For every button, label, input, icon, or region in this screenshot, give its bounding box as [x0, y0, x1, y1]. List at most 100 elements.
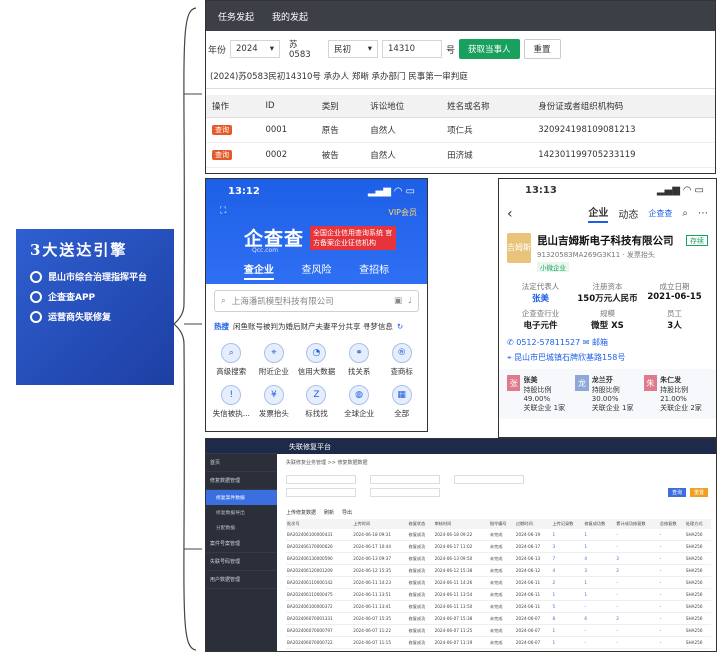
sidebar-item-number[interactable]: 失联号码管理 — [206, 553, 277, 571]
shareholder[interactable]: 朱朱仁发 持股比例 21.00% 关联企业 2家 — [643, 375, 708, 413]
table-cell: - — [658, 636, 685, 649]
status-select[interactable] — [286, 488, 356, 497]
table-cell: 修复成功 — [407, 624, 434, 637]
table-cell[interactable]: BA202406130000590 — [286, 552, 353, 565]
table-row: BA202406130000590 2024-06-13 09:37 修复成功 202… — [286, 552, 711, 565]
table-cell[interactable]: BA202406070001331 — [286, 612, 353, 625]
table-cell[interactable]: BA202406070000722 — [286, 636, 353, 649]
query-button[interactable]: 查询 — [212, 150, 232, 160]
feature-item[interactable]: ◔ 信用大数据 — [295, 343, 338, 377]
location-icon: ⌖ — [507, 353, 512, 362]
table-cell[interactable]: BA202406070000497 — [286, 648, 353, 651]
table-cell: - — [658, 600, 685, 613]
court-code-value: 苏0583 — [289, 40, 311, 60]
table-cell: 1 — [583, 540, 616, 553]
table-cell[interactable]: BA202406110000475 — [286, 588, 353, 601]
table-cell[interactable]: BA202406100000431 — [286, 529, 353, 541]
cell-type: 原告 — [315, 117, 365, 143]
avatar: 龙 — [575, 375, 589, 391]
image-icon[interactable]: ▣ — [394, 296, 402, 306]
tab-updates[interactable]: 动态 — [618, 206, 638, 221]
upload-button[interactable]: 上传修复数据 — [286, 509, 316, 516]
refresh-icon[interactable]: ↻ — [397, 322, 403, 331]
export-button[interactable]: 导出 — [342, 509, 352, 516]
table-cell[interactable]: BA202406120001209 — [286, 564, 353, 577]
tab-risk[interactable]: 查风险 — [301, 261, 331, 280]
cell-name: 田济城 — [441, 142, 533, 168]
assign-select[interactable] — [370, 488, 440, 497]
feature-item[interactable]: ⌕ 高级搜索 — [210, 343, 253, 377]
cell-id: 0002 — [259, 142, 316, 168]
refresh-button[interactable]: 刷新 — [324, 509, 334, 516]
sidebar-item-home[interactable]: 首页 — [206, 454, 277, 472]
expire-time-input[interactable] — [454, 475, 524, 484]
year-select[interactable]: 2024 ▾ — [230, 40, 281, 58]
feature-item[interactable]: ¥ 发票抬头 — [253, 385, 296, 419]
sidebar-item-assign[interactable]: 分配数据 — [206, 520, 277, 535]
feature-item[interactable]: Z 标找找 — [295, 385, 338, 419]
brand-slogan: 全国企业信用查询系统 官方备案企业征信机构 — [310, 226, 396, 250]
tab-company[interactable]: 企业 — [588, 204, 609, 223]
table-cell[interactable]: BA202406110000142 — [286, 576, 353, 589]
search-input[interactable]: ⌕ 上海潘凯模型科技有限公司 ▣ ♩ — [214, 290, 419, 312]
sidebar-item-case[interactable]: 案件号案管理 — [206, 535, 277, 553]
table-cell: 未完成 — [488, 540, 515, 553]
search-button[interactable]: 查询 — [667, 488, 686, 497]
tab-bid[interactable]: 查招标 — [359, 261, 389, 280]
vip-badge[interactable]: VIP会员 — [388, 207, 417, 218]
feature-item[interactable]: ▦ 全部 — [380, 385, 423, 419]
table-cell: - — [658, 576, 685, 589]
promo-item: 企查查APP — [30, 290, 164, 303]
feature-item[interactable]: ! 失信被执... — [210, 385, 253, 419]
back-icon[interactable]: ‹ — [507, 206, 513, 222]
fetch-parties-button[interactable]: 获取当事人 — [459, 39, 520, 59]
query-button[interactable]: 查询 — [212, 125, 232, 135]
shareholder[interactable]: 张张美 持股比例 49.00% 关联企业 1家 — [507, 375, 571, 413]
search-icon[interactable]: ⌕ — [682, 208, 688, 219]
case-type-select[interactable]: 民初 ▾ — [328, 40, 379, 58]
feature-item[interactable]: ⌖ 附近企业 — [253, 343, 296, 377]
case-number-input[interactable]: 14310 — [382, 40, 443, 58]
company-facts: 法定代表人 张美 注册资本 150万元人民币 成立日期 2021-06-15 企查查行… — [507, 281, 708, 331]
table-cell: 2024-06-07 15:35 — [352, 612, 408, 625]
shareholder[interactable]: 龙龙兰芬 持股比例 30.00% 关联企业 1家 — [575, 375, 639, 413]
table-cell[interactable]: BA202406170000626 — [286, 540, 353, 553]
hot-news[interactable]: 热搜 闲鱼账号被判为婚后财产夫妻平分共享 寻梦信息 ↻ — [206, 318, 427, 335]
company-name: 昆山吉姆斯电子科技有限公司 — [537, 235, 674, 247]
more-icon[interactable]: ⋯ — [698, 208, 708, 219]
table-cell[interactable]: BA202406070000797 — [286, 624, 353, 637]
location-icon: ⌖ — [263, 343, 284, 363]
reset-button[interactable]: 重置 — [689, 488, 708, 497]
sidebar-item-export[interactable]: 修复数据导出 — [206, 505, 277, 520]
address-link[interactable]: 昆山市巴城镇石牌欣基路158号 — [514, 353, 625, 362]
table-cell: 2024-06-07 — [514, 636, 552, 649]
sidebar-item-case-data[interactable]: 修复案件数据 — [206, 490, 277, 505]
qcc-home-screen: 13:12 ▂▄▆ ◠ ▭ ⛶ VIP会员 企查查 Qcc.com 全国企业信用查… — [205, 178, 428, 432]
col-header: 审核时间 — [433, 519, 489, 529]
feature-label: 失信被执... — [212, 409, 250, 418]
invoice-link[interactable]: 发票抬头 — [627, 251, 655, 259]
cell-code: 320924198109081213 — [532, 117, 715, 143]
tab-company[interactable]: 查企业 — [243, 261, 274, 280]
feature-item[interactable]: ® 查商标 — [380, 343, 423, 377]
table-header: 批次号 上传时间 修复状态 审核时间 指令编号 过期时间 上传记录数 修复成功数 累计成功修复数… — [286, 519, 711, 529]
table-row: 查询 0002 被告 自然人 田济城 142301199705233119 — [206, 142, 715, 168]
sidebar-item-data[interactable]: 修复数据管理 — [206, 472, 277, 490]
fact-value[interactable]: 张美 — [507, 292, 574, 304]
table-cell[interactable]: BA202406100000372 — [286, 600, 353, 613]
feature-item[interactable]: ⚭ 找关系 — [338, 343, 381, 377]
mail-link[interactable]: 邮箱 — [592, 338, 608, 347]
mic-icon[interactable]: ♩ — [408, 296, 412, 306]
phone-link[interactable]: 0512-57811527 — [516, 338, 580, 347]
table-cell: 2 — [615, 612, 659, 625]
sidebar-item-user[interactable]: 用户数据管理 — [206, 571, 277, 589]
tab-my-start[interactable]: 我的发起 — [272, 10, 308, 23]
reset-button[interactable]: 重置 — [523, 39, 561, 59]
table-cell: 2024-06-07 — [514, 612, 552, 625]
batch-input[interactable] — [286, 475, 356, 484]
feature-item[interactable]: ◍ 全球企业 — [338, 385, 381, 419]
scan-icon[interactable]: ⛶ — [220, 206, 226, 216]
holder-ratio: 持股比例 49.00% — [523, 386, 552, 403]
tab-task-start[interactable]: 任务发起 — [218, 10, 254, 23]
upload-time-input[interactable] — [370, 475, 440, 484]
